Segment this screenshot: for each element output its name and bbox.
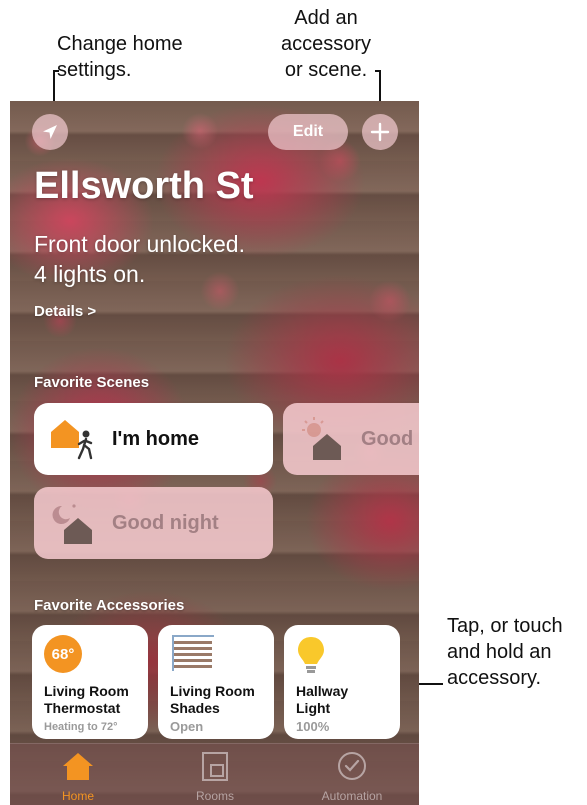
details-link[interactable]: Details > <box>34 303 96 320</box>
accessory-status: Heating to 72° <box>44 721 118 733</box>
tab-label: Rooms <box>195 789 234 803</box>
edit-button[interactable]: Edit <box>268 114 348 150</box>
tab-rooms[interactable]: Rooms <box>165 750 265 803</box>
good-morning-icon <box>302 417 341 460</box>
leader-line-right-tick <box>375 70 381 72</box>
lightbulb-icon <box>298 637 324 673</box>
accessory-name-line: Living Room <box>44 683 129 699</box>
accessory-hallway-light[interactable]: Hallway Light 100% <box>284 625 400 739</box>
scene-im-home[interactable]: I'm home <box>34 403 273 475</box>
home-name-title: Ellsworth St <box>34 165 254 207</box>
plus-icon <box>370 122 390 142</box>
accessory-name-line: Shades <box>170 700 220 716</box>
accessory-name: Living Room Thermostat <box>44 683 148 717</box>
leader-line-left-tick <box>53 70 59 72</box>
tab-bar: Home Rooms Automation <box>10 743 419 805</box>
annotation-line: settings. <box>57 59 132 81</box>
tab-label: Home <box>61 789 94 803</box>
good-night-icon <box>52 504 92 544</box>
scene-label: Good m <box>361 427 419 450</box>
accessory-living-room-shades[interactable]: Living Room Shades Open <box>158 625 274 739</box>
accessory-name-line: Hallway <box>296 683 349 699</box>
tab-automation[interactable]: Automation <box>302 750 402 803</box>
annotation-line: accessory <box>280 33 372 55</box>
annotation-line: or scene. <box>284 59 368 81</box>
accessory-name-line: Living Room <box>170 683 255 699</box>
accessory-name: Hallway Light <box>296 683 400 717</box>
location-button[interactable] <box>32 114 68 150</box>
accessory-name-line: Light <box>296 700 331 716</box>
add-button[interactable] <box>362 114 398 150</box>
accessory-living-room-thermostat[interactable]: 68° Living Room Thermostat Heating to 72… <box>32 625 148 739</box>
thermostat-icon: 68° <box>44 635 82 673</box>
accessory-name: Living Room Shades <box>170 683 274 717</box>
tab-label: Automation <box>321 789 383 803</box>
annotation-line: Add an <box>294 7 358 29</box>
accessory-status: 100% <box>296 719 330 734</box>
house-icon <box>63 753 93 780</box>
annotation-tap-accessory: Tap, or touch and hold an accessory. <box>447 613 587 691</box>
accessory-status: Open <box>170 719 204 734</box>
annotation-line: accessory. <box>447 667 542 689</box>
scene-label: I'm home <box>112 427 199 450</box>
tab-home[interactable]: Home <box>28 750 128 803</box>
favorite-accessories-label: Favorite Accessories <box>34 597 185 614</box>
home-status-summary: Front door unlocked. 4 lights on. <box>34 229 334 289</box>
annotation-line: Change home <box>57 33 183 55</box>
status-line: 4 lights on. <box>34 261 146 287</box>
home-arrive-icon <box>51 420 93 460</box>
rooms-icon <box>202 752 228 781</box>
accessory-name-line: Thermostat <box>44 700 121 716</box>
favorite-scenes-label: Favorite Scenes <box>34 374 150 391</box>
shades-icon <box>172 635 214 671</box>
scene-label: Good night <box>112 511 219 534</box>
home-app-screen: Edit Ellsworth St Front door unlocked. 4… <box>10 101 419 805</box>
annotation-line: and hold an <box>447 641 552 663</box>
clock-icon <box>338 752 366 780</box>
annotation-line: Tap, or touch <box>447 615 563 637</box>
status-line: Front door unlocked. <box>34 231 245 257</box>
annotation-add-accessory: Add an accessory or scene. <box>270 5 382 83</box>
annotation-change-home-settings: Change home settings. <box>57 31 257 83</box>
scene-good-morning[interactable]: Good m <box>283 403 419 475</box>
scene-good-night[interactable]: Good night <box>34 487 273 559</box>
location-arrow-icon <box>43 125 57 139</box>
